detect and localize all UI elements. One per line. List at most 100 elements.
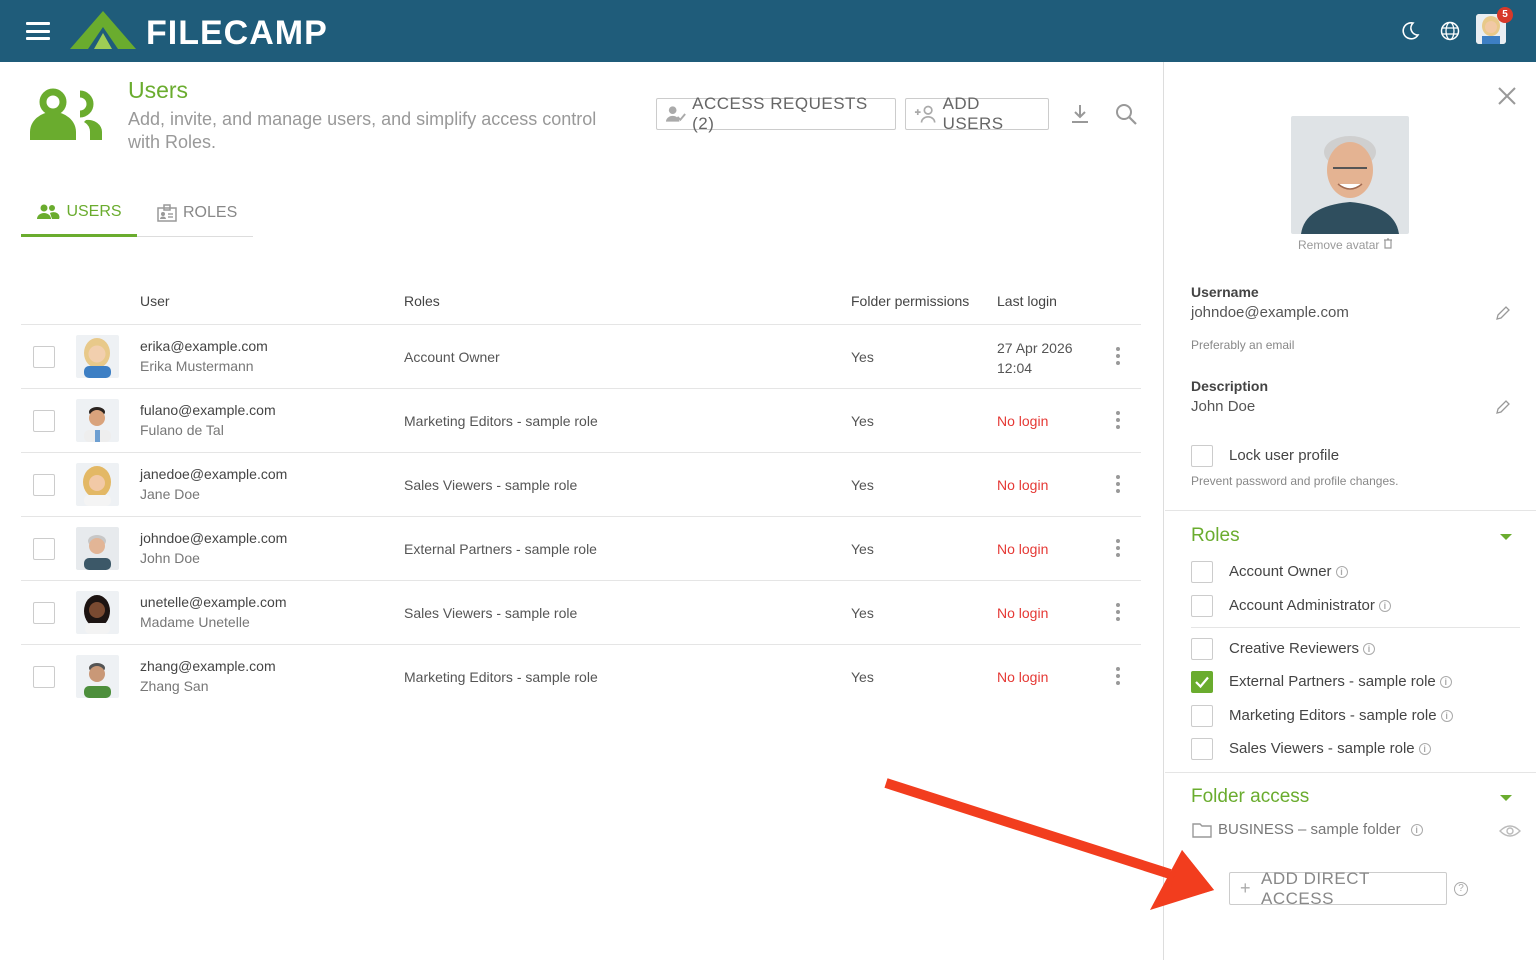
role-label-sales-viewers[interactable]: Sales Viewers - sample role i <box>1229 740 1431 757</box>
roles-collapse-caret-icon[interactable] <box>1500 534 1512 540</box>
info-icon[interactable]: i <box>1410 823 1423 836</box>
user-email[interactable]: fulano@example.com <box>140 402 276 418</box>
folder-permissions: Yes <box>851 541 874 557</box>
role-checkbox-account-administrator[interactable] <box>1191 595 1213 617</box>
role-label-external-partners[interactable]: External Partners - sample role i <box>1229 673 1452 690</box>
user-email[interactable]: johndoe@example.com <box>140 530 287 546</box>
row-more-icon[interactable] <box>1115 347 1121 367</box>
table-row[interactable]: johndoe@example.com John Doe External Pa… <box>21 517 1141 581</box>
role-label-marketing-editors[interactable]: Marketing Editors - sample role i <box>1229 707 1453 724</box>
row-checkbox[interactable] <box>33 666 55 688</box>
table-row[interactable]: fulano@example.com Fulano de Tal Marketi… <box>21 389 1141 453</box>
row-checkbox[interactable] <box>33 474 55 496</box>
row-checkbox[interactable] <box>33 538 55 560</box>
last-login: No login <box>997 413 1049 429</box>
app-name: FILECAMP <box>146 14 328 52</box>
add-direct-access-button[interactable]: + ADD DIRECT ACCESS <box>1229 869 1447 908</box>
table-row[interactable]: janedoe@example.com Jane Doe Sales Viewe… <box>21 453 1141 517</box>
last-login-date: 27 Apr 2026 <box>997 340 1073 356</box>
page-title: Users <box>128 77 189 103</box>
avatar <box>76 591 119 634</box>
filecamp-logo[interactable] <box>68 9 138 51</box>
info-icon[interactable]: i <box>1439 676 1452 688</box>
role-checkbox-sales-viewers[interactable] <box>1191 738 1213 760</box>
role-label-account-owner[interactable]: Account Owner i <box>1229 563 1348 580</box>
user-avatar-large[interactable] <box>1291 116 1409 234</box>
add-users-button[interactable]: ADD USERS <box>905 94 1049 133</box>
roles-section-title[interactable]: Roles <box>1191 525 1240 547</box>
avatar <box>76 399 119 442</box>
avatar <box>76 463 119 506</box>
row-checkbox[interactable] <box>33 602 55 624</box>
role-checkbox-account-owner[interactable] <box>1191 561 1213 583</box>
close-icon[interactable] <box>1497 86 1517 106</box>
folder-access-collapse-caret-icon[interactable] <box>1500 795 1512 801</box>
add-user-icon <box>914 105 936 123</box>
folder-permissions: Yes <box>851 477 874 493</box>
user-email[interactable]: zhang@example.com <box>140 658 276 674</box>
remove-avatar-link[interactable]: Remove avatar <box>1298 238 1393 252</box>
plus-icon: + <box>1240 878 1252 898</box>
panel-divider <box>1165 772 1536 773</box>
user-role: Sales Viewers - sample role <box>404 605 578 621</box>
user-check-icon <box>665 106 686 122</box>
help-question-icon[interactable]: ? <box>1454 882 1468 896</box>
access-requests-button[interactable]: ACCESS REQUESTS (2) <box>656 94 896 133</box>
user-name: Jane Doe <box>140 486 200 502</box>
edit-username-pencil-icon[interactable] <box>1495 305 1511 321</box>
row-more-icon[interactable] <box>1115 603 1121 623</box>
row-checkbox[interactable] <box>33 410 55 432</box>
role-checkbox-marketing-editors[interactable] <box>1191 705 1213 727</box>
folder-access-section-title[interactable]: Folder access <box>1191 786 1309 808</box>
column-header-last-login[interactable]: Last login <box>997 293 1057 309</box>
info-icon[interactable]: i <box>1335 566 1348 578</box>
search-icon[interactable] <box>1114 102 1138 126</box>
notification-badge[interactable]: 5 <box>1497 7 1513 23</box>
add-users-label: ADD USERS <box>942 94 1004 133</box>
language-globe-icon[interactable] <box>1438 19 1462 43</box>
row-more-icon[interactable] <box>1115 667 1121 687</box>
folder-permissions: Yes <box>851 413 874 429</box>
role-checkbox-creative-reviewers[interactable] <box>1191 638 1213 660</box>
description-value: John Doe <box>1191 398 1256 415</box>
column-header-user[interactable]: User <box>140 293 170 309</box>
role-label-account-administrator[interactable]: Account Administrator i <box>1229 597 1391 614</box>
column-header-roles[interactable]: Roles <box>404 293 440 309</box>
tab-roles[interactable]: ROLES <box>157 190 237 236</box>
user-email[interactable]: janedoe@example.com <box>140 466 287 482</box>
folder-access-item[interactable]: BUSINESS – sample folder i <box>1192 821 1423 838</box>
lock-profile-hint: Prevent password and profile changes. <box>1191 474 1399 488</box>
roles-divider <box>1191 627 1520 628</box>
row-checkbox[interactable] <box>33 346 55 368</box>
lock-profile-checkbox[interactable] <box>1191 445 1213 467</box>
dark-mode-moon-icon[interactable] <box>1398 19 1422 43</box>
view-eye-icon[interactable] <box>1499 823 1521 839</box>
download-icon[interactable] <box>1068 102 1092 126</box>
last-login: No login <box>997 541 1049 557</box>
description-label: Description <box>1191 378 1269 394</box>
info-icon[interactable]: i <box>1418 743 1431 755</box>
info-icon[interactable]: i <box>1440 710 1453 722</box>
hamburger-menu-icon[interactable] <box>26 22 50 40</box>
row-more-icon[interactable] <box>1115 475 1121 495</box>
role-label-creative-reviewers[interactable]: Creative Reviewers i <box>1229 640 1376 657</box>
username-label: Username <box>1191 284 1259 300</box>
row-more-icon[interactable] <box>1115 539 1121 559</box>
lock-profile-label[interactable]: Lock user profile <box>1229 447 1339 464</box>
role-checkbox-external-partners[interactable] <box>1191 671 1213 693</box>
table-row[interactable]: unetelle@example.com Madame Unetelle Sal… <box>21 581 1141 645</box>
row-more-icon[interactable] <box>1115 411 1121 431</box>
table-row[interactable]: erika@example.com Erika Mustermann Accou… <box>21 325 1141 389</box>
tab-users[interactable]: USERS <box>21 190 137 237</box>
user-role: Account Owner <box>404 349 500 365</box>
user-email[interactable]: unetelle@example.com <box>140 594 287 610</box>
table-row[interactable]: zhang@example.com Zhang San Marketing Ed… <box>21 645 1141 709</box>
column-header-folder-permissions[interactable]: Folder permissions <box>851 293 969 309</box>
user-role: Marketing Editors - sample role <box>404 413 598 429</box>
trash-icon <box>1383 238 1392 249</box>
user-email[interactable]: erika@example.com <box>140 338 268 354</box>
user-role: Marketing Editors - sample role <box>404 669 598 685</box>
info-icon[interactable]: i <box>1378 600 1391 612</box>
info-icon[interactable]: i <box>1363 643 1376 655</box>
edit-description-pencil-icon[interactable] <box>1495 399 1511 415</box>
